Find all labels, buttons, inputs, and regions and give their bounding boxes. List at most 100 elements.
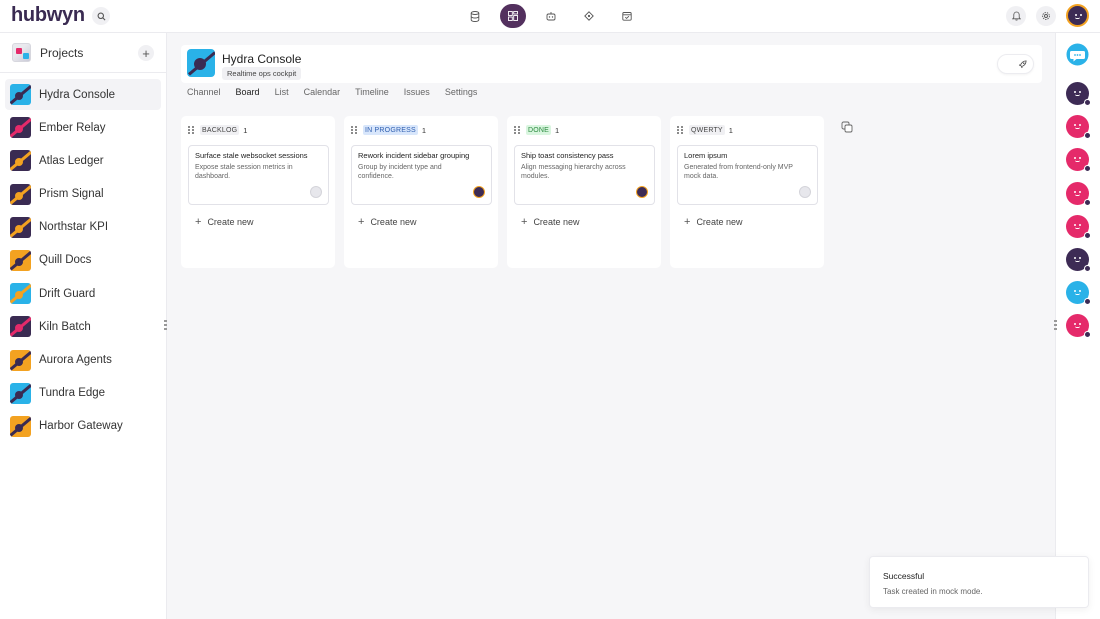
sidebar-project-item[interactable]: Ember Relay [5, 112, 161, 143]
settings-button[interactable] [1036, 5, 1056, 26]
task-description: Align messaging hierarchy across modules… [521, 164, 626, 181]
column-header: QWERTY 1 [677, 125, 733, 135]
project-name: Drift Guard [39, 287, 96, 300]
duplicate-icon[interactable] [841, 121, 853, 133]
project-thumbnail [10, 415, 31, 437]
online-status-dot [1084, 231, 1091, 239]
right-resize-handle[interactable] [1054, 320, 1058, 330]
project-name: Northstar KPI [39, 221, 109, 234]
board-column: DONE 1 Ship toast consistency pass Align me… [507, 116, 661, 268]
nav-database-button[interactable] [462, 4, 488, 28]
member-avatar[interactable] [1066, 281, 1091, 306]
nav-calendar-button[interactable] [614, 4, 640, 28]
online-status-dot [1084, 132, 1091, 140]
notifications-button[interactable] [1006, 5, 1026, 26]
sidebar-project-item[interactable]: Prism Signal [5, 179, 161, 210]
online-status-dot [1084, 331, 1091, 339]
project-logo [187, 49, 215, 77]
column-header: DONE 1 [514, 125, 559, 135]
assignee-avatar[interactable] [473, 186, 485, 198]
column-header: IN PROGRESS 1 [351, 125, 426, 135]
tab-calendar[interactable]: Calendar [304, 87, 341, 97]
plus-icon: + [195, 216, 202, 228]
member-avatar[interactable] [1066, 314, 1091, 339]
sidebar-project-item[interactable]: Atlas Ledger [5, 145, 161, 176]
sidebar-project-item[interactable]: Kiln Batch [5, 311, 161, 342]
sidebar-project-item[interactable]: Aurora Agents [5, 345, 161, 376]
app-logo[interactable]: hubwyn [11, 4, 85, 27]
create-new-button[interactable]: + Create new [684, 216, 742, 228]
online-status-dot [1084, 298, 1091, 306]
project-title: Hydra Console [222, 52, 302, 66]
drag-handle-icon[interactable] [188, 125, 194, 135]
project-thumbnail [10, 283, 31, 305]
tab-board[interactable]: Board [236, 87, 260, 97]
task-card[interactable]: Surface stale websocket sessions Expose s… [188, 145, 329, 205]
create-new-label: Create new [533, 217, 580, 227]
task-title: Surface stale websocket sessions [195, 151, 308, 160]
search-button[interactable] [92, 7, 110, 25]
project-thumbnail [10, 150, 31, 172]
bell-icon [1011, 11, 1021, 21]
drag-handle-icon[interactable] [514, 125, 520, 135]
project-tabs: Channel Board List Calendar Timeline Issues Se… [187, 87, 492, 97]
kanban-board: BACKLOG 1 Surface stale websocket sessions… [181, 116, 824, 268]
drag-handle-icon[interactable] [677, 125, 683, 135]
task-title: Ship toast consistency pass [521, 151, 614, 160]
assignee-avatar[interactable] [310, 186, 322, 198]
project-tag: Realtime ops cockpit [222, 67, 302, 80]
launch-button[interactable] [997, 54, 1034, 74]
project-thumbnail [10, 216, 31, 238]
project-name: Aurora Agents [39, 354, 112, 366]
nav-robot-button[interactable] [538, 4, 564, 28]
nav-network-button[interactable] [576, 4, 602, 28]
tab-timeline[interactable]: Timeline [355, 87, 389, 97]
add-project-button[interactable]: + [138, 45, 154, 61]
projects-sidebar: Projects + Hydra Console Ember Relay Atlas… [0, 33, 167, 619]
sidebar-project-item[interactable]: Drift Guard [5, 278, 161, 309]
create-new-button[interactable]: + Create new [195, 216, 253, 228]
task-title: Rework incident sidebar grouping [358, 151, 470, 160]
task-card[interactable]: Rework incident sidebar grouping Group by… [351, 145, 492, 205]
tab-issues[interactable]: Issues [404, 87, 430, 97]
sidebar-project-item[interactable]: Tundra Edge [5, 378, 161, 409]
tab-channel[interactable]: Channel [187, 87, 221, 97]
project-name: Atlas Ledger [39, 154, 104, 167]
chat-button[interactable] [1066, 43, 1089, 66]
assignee-avatar[interactable] [799, 186, 811, 198]
create-new-button[interactable]: + Create new [358, 216, 416, 228]
toast-message: Task created in mock mode. [883, 587, 983, 596]
member-avatar[interactable] [1066, 115, 1091, 140]
board-column: QWERTY 1 Lorem ipsum Generated from fronten… [670, 116, 824, 268]
robot-icon [546, 12, 556, 21]
project-thumbnail [10, 316, 31, 338]
nav-board-button[interactable] [500, 4, 526, 28]
member-avatar[interactable] [1066, 248, 1091, 272]
plus-icon: + [358, 216, 365, 228]
sidebar-project-item[interactable]: Hydra Console [5, 79, 161, 110]
member-avatar[interactable] [1066, 181, 1091, 206]
tab-settings[interactable]: Settings [445, 87, 478, 97]
database-icon [470, 10, 480, 22]
projects-title: Projects [40, 45, 84, 60]
create-new-button[interactable]: + Create new [521, 216, 579, 228]
user-avatar[interactable] [1066, 4, 1089, 27]
project-name: Prism Signal [39, 188, 104, 201]
member-avatar[interactable] [1066, 82, 1091, 106]
tab-list[interactable]: List [275, 87, 289, 97]
task-title: Lorem ipsum [684, 151, 728, 160]
assignee-avatar[interactable] [636, 186, 648, 198]
sidebar-project-item[interactable]: Harbor Gateway [5, 411, 161, 442]
sidebar-project-item[interactable]: Northstar KPI [5, 212, 161, 243]
top-right-actions [1006, 4, 1089, 27]
task-card[interactable]: Ship toast consistency pass Align messagi… [514, 145, 655, 205]
member-avatar[interactable] [1066, 214, 1091, 239]
network-icon [584, 11, 594, 21]
sidebar-project-item[interactable]: Quill Docs [5, 245, 161, 276]
task-card[interactable]: Lorem ipsum Generated from frontend-only … [677, 145, 818, 205]
online-status-dot [1084, 99, 1091, 106]
member-avatar[interactable] [1066, 148, 1091, 173]
drag-handle-icon[interactable] [351, 125, 357, 135]
task-description: Expose stale session metrics in dashboar… [195, 164, 293, 181]
chat-bubble-icon [1066, 43, 1089, 66]
